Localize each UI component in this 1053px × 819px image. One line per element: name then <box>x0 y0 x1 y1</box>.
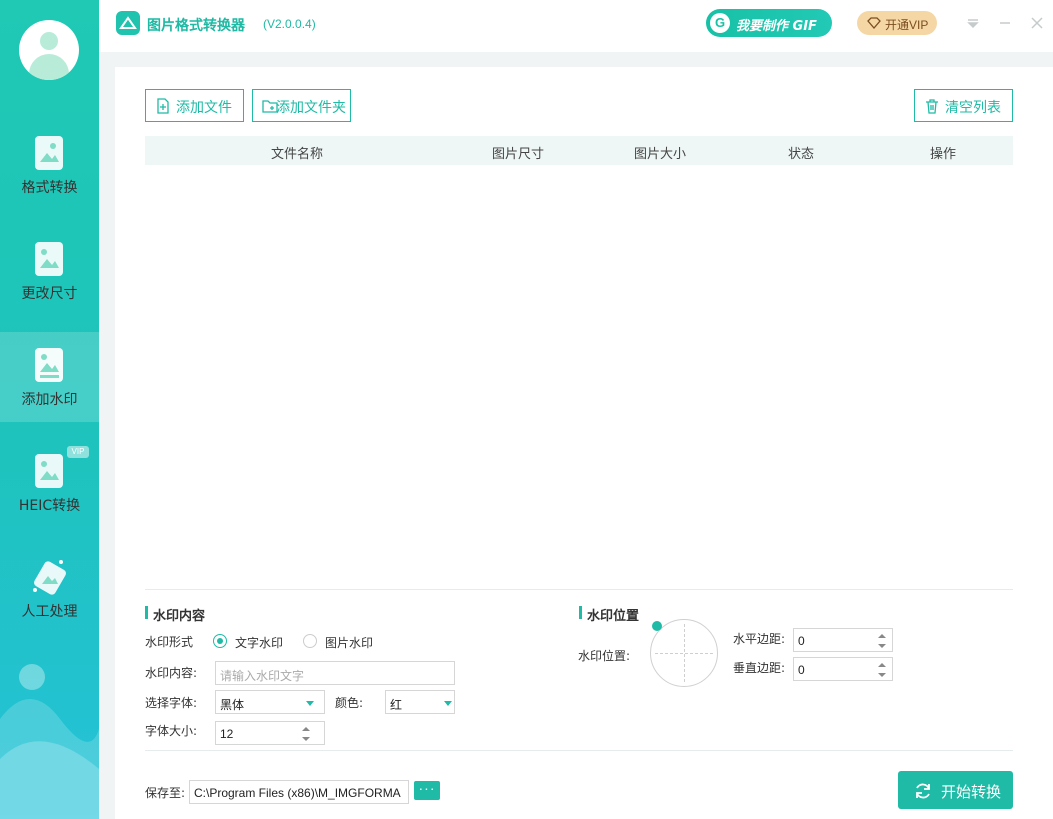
file-table-header: 文件名称 图片尺寸 图片大小 状态 操作 <box>145 136 1013 165</box>
image-resize-icon <box>35 242 63 276</box>
text-watermark-radio[interactable] <box>213 634 227 648</box>
v-margin-label: 垂直边距: <box>733 661 786 675</box>
app-logo <box>116 11 140 35</box>
minimize-icon[interactable] <box>996 14 1014 32</box>
main-panel: 添加文件 添加文件夹 清空列表 文件名称 图片尺寸 图片大小 状态 操作 水印内… <box>115 67 1053 819</box>
save-path-input[interactable]: C:\Program Files (x86)\M_IMGFORMA <box>189 780 409 804</box>
sidebar-item-label: HEIC转换 <box>18 498 81 514</box>
heic-icon <box>35 454 63 488</box>
watermark-content-title: 水印内容 <box>144 605 205 624</box>
column-header: 状态 <box>788 147 815 162</box>
h-margin-label: 水平边距: <box>733 632 786 646</box>
add-folder-button[interactable]: 添加文件夹 <box>252 89 351 122</box>
watermark-position-title: 水印位置 <box>578 605 639 624</box>
image-watermark-label: 图片水印 <box>325 636 374 650</box>
chevron-down-icon <box>444 701 452 706</box>
title-bar: 图片格式转换器 (V2.0.0.4) G 我要制作 GIF 开通VIP <box>99 0 1053 52</box>
column-header: 图片大小 <box>634 147 687 162</box>
manual-process-icon <box>33 560 66 595</box>
font-size-label: 字体大小: <box>145 724 198 738</box>
chevron-down-icon <box>306 701 314 706</box>
trash-icon <box>926 99 938 114</box>
add-file-icon <box>157 98 169 114</box>
app-version: (V2.0.0.4) <box>263 17 316 31</box>
watermark-position-label: 水印位置: <box>578 649 631 663</box>
make-gif-button[interactable]: G 我要制作 GIF <box>706 9 832 37</box>
sidebar-item-label: 格式转换 <box>21 180 78 196</box>
image-watermark-radio[interactable] <box>303 634 317 648</box>
watermark-content-label: 水印内容: <box>145 666 198 680</box>
sidebar: 格式转换 更改尺寸 添加水印 HEIC转换 VIP 人工处理 <box>0 0 99 819</box>
user-avatar[interactable] <box>19 20 79 80</box>
position-handle[interactable] <box>652 621 662 631</box>
divider <box>145 589 1013 590</box>
column-header: 文件名称 <box>271 147 324 162</box>
divider <box>145 750 1013 751</box>
v-margin-stepper[interactable]: 0 <box>793 657 893 681</box>
save-to-label: 保存至: <box>145 786 186 800</box>
close-icon[interactable] <box>1028 14 1046 32</box>
start-convert-button[interactable]: 开始转换 <box>898 771 1013 809</box>
text-watermark-label: 文字水印 <box>235 636 284 650</box>
spinner-arrows-icon[interactable] <box>302 727 310 741</box>
image-watermark-icon <box>35 348 63 382</box>
vip-badge: VIP <box>67 446 89 458</box>
refresh-icon <box>916 783 930 799</box>
sidebar-item-resize[interactable]: 更改尺寸 <box>0 226 99 316</box>
column-header: 图片尺寸 <box>492 147 545 162</box>
diamond-icon <box>867 17 881 29</box>
sidebar-item-watermark[interactable]: 添加水印 <box>0 332 99 422</box>
sidebar-item-format-convert[interactable]: 格式转换 <box>0 120 99 210</box>
browse-button[interactable]: ··· <box>414 781 440 800</box>
sidebar-decoration <box>0 664 99 819</box>
image-convert-icon <box>35 136 63 170</box>
font-size-stepper[interactable]: 12 <box>215 721 325 745</box>
add-file-button[interactable]: 添加文件 <box>145 89 244 122</box>
sidebar-item-label: 更改尺寸 <box>21 286 78 302</box>
font-select[interactable]: 黑体 <box>215 690 325 714</box>
menu-dropdown-icon[interactable] <box>964 14 982 32</box>
spinner-arrows-icon[interactable] <box>878 634 886 648</box>
open-vip-button[interactable]: 开通VIP <box>857 11 937 35</box>
spinner-arrows-icon[interactable] <box>878 663 886 677</box>
sidebar-item-label: 人工处理 <box>21 604 78 620</box>
color-label: 颜色: <box>335 696 364 710</box>
column-header: 操作 <box>930 147 957 162</box>
color-select[interactable]: 红 <box>385 690 455 714</box>
watermark-type-label: 水印形式 <box>145 635 194 649</box>
app-title: 图片格式转换器 <box>147 18 245 34</box>
font-label: 选择字体: <box>145 696 198 710</box>
sidebar-item-label: 添加水印 <box>21 392 78 408</box>
gif-logo-icon: G <box>710 13 730 33</box>
clear-list-button[interactable]: 清空列表 <box>914 89 1013 122</box>
h-margin-stepper[interactable]: 0 <box>793 628 893 652</box>
watermark-text-input[interactable]: 请输入水印文字 <box>215 661 455 685</box>
sidebar-item-manual[interactable]: 人工处理 <box>0 544 99 634</box>
